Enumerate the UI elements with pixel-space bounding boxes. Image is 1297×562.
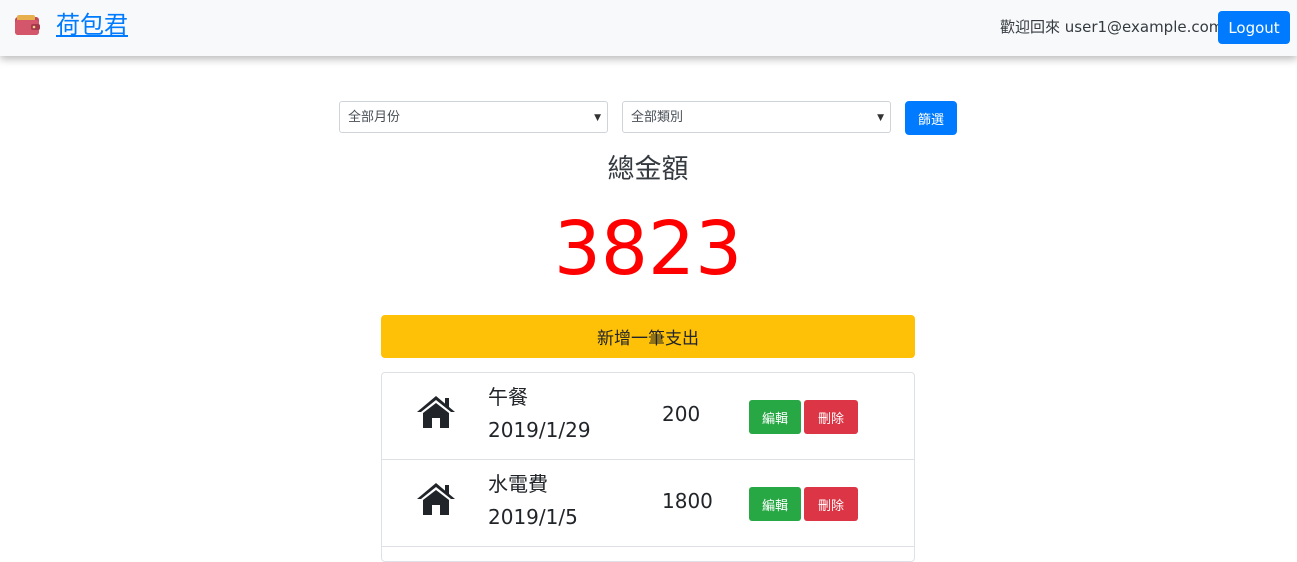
total-title: 總金額 xyxy=(607,154,689,185)
home-icon xyxy=(417,483,455,515)
chevron-down-icon: ▼ xyxy=(594,113,601,123)
list-item: 午餐 2019/1/29 200 編輯 刪除 xyxy=(382,373,914,460)
list-item: 水電費 2019/1/5 1800 編輯 刪除 xyxy=(382,460,914,547)
logout-button[interactable]: Logout xyxy=(1218,11,1290,44)
edit-button[interactable]: 編輯 xyxy=(749,400,801,434)
category-select[interactable]: 全部類別 ▼ xyxy=(622,101,891,133)
category-select-value: 全部類別 xyxy=(631,110,684,125)
expense-date: 2019/1/5 xyxy=(488,505,578,529)
brand-title[interactable]: 荷包君 xyxy=(56,9,128,41)
navbar: 荷包君 歡迎回來 user1@example.com Logout xyxy=(0,0,1297,56)
welcome-text: 歡迎回來 user1@example.com xyxy=(1000,18,1224,36)
expense-date: 2019/1/29 xyxy=(488,418,591,442)
filter-button[interactable]: 篩選 xyxy=(905,101,957,135)
expense-name: 午餐 xyxy=(488,385,528,409)
edit-button[interactable]: 編輯 xyxy=(749,487,801,521)
expense-amount: 200 xyxy=(662,402,701,426)
brand-link[interactable]: 荷包君 xyxy=(14,9,128,41)
month-select-value: 全部月份 xyxy=(348,110,401,125)
expense-name: 水電費 xyxy=(488,472,548,496)
add-expense-button[interactable]: 新增一筆支出 xyxy=(381,315,915,358)
expense-amount: 1800 xyxy=(662,489,713,513)
expense-list: 午餐 2019/1/29 200 編輯 刪除 水電費 2019/1/5 1800… xyxy=(381,372,915,562)
home-icon xyxy=(417,396,455,428)
total-amount: 3823 xyxy=(553,206,743,292)
month-select[interactable]: 全部月份 ▼ xyxy=(339,101,608,133)
delete-button[interactable]: 刪除 xyxy=(804,487,858,521)
wallet-icon xyxy=(15,15,40,35)
chevron-down-icon: ▼ xyxy=(877,113,884,123)
delete-button[interactable]: 刪除 xyxy=(804,400,858,434)
